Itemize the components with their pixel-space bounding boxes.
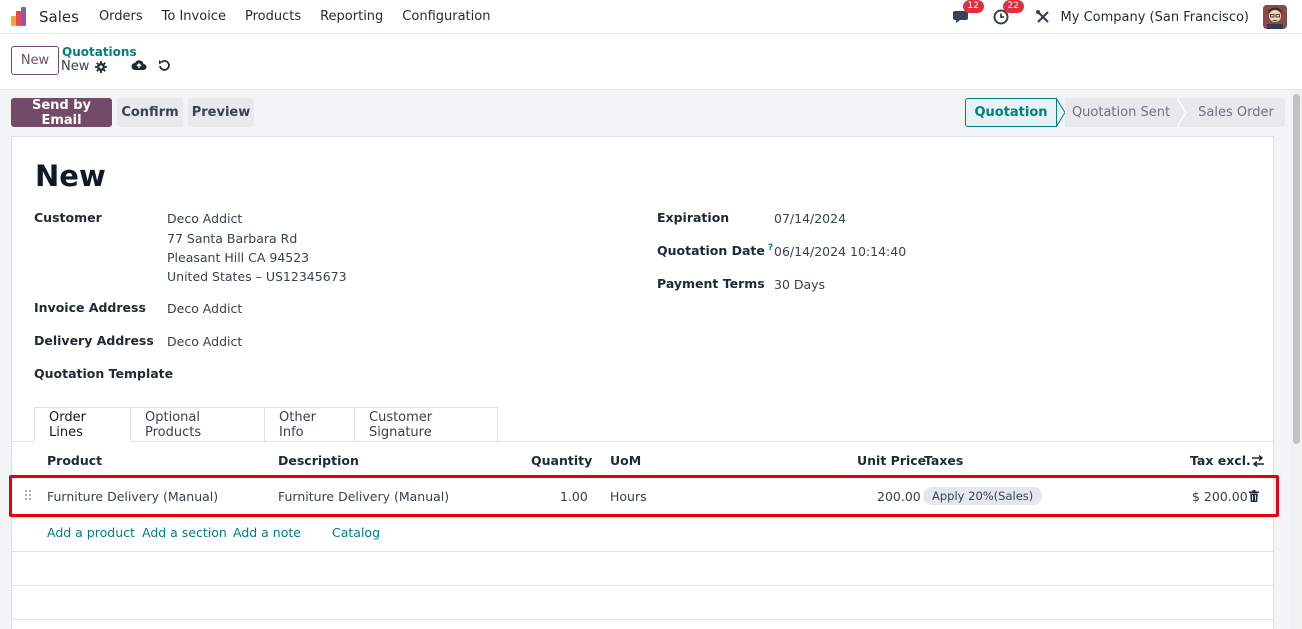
quotation-date-label: Quotation Date? [657,243,773,258]
empty-row-divider [12,551,1273,552]
optional-columns-icon[interactable] [1251,455,1265,467]
stage-quotation-sent-label: Quotation Sent [1071,105,1171,120]
column-header-tax-excl[interactable]: Tax excl. [1190,453,1251,468]
tab-customer-signature[interactable]: Customer Signature [355,407,498,442]
breadcrumb-quotations[interactable]: Quotations [62,45,137,59]
invoice-address-field[interactable]: Deco Addict [167,301,242,316]
form-sheet: New Customer Deco Addict 77 Santa Barbar… [11,136,1274,629]
customer-label: Customer [34,210,102,225]
row-divider [12,517,1273,518]
payment-terms-field[interactable]: 30 Days [774,277,825,292]
column-header-unit-price[interactable]: Unit Price [857,453,926,468]
new-record-button[interactable]: New [11,46,59,75]
tab-order-lines[interactable]: Order Lines [34,407,131,442]
app-name[interactable]: Sales [39,8,79,26]
control-panel: New Quotations New [0,34,1302,90]
menu-configuration[interactable]: Configuration [402,9,490,24]
menu-products[interactable]: Products [245,9,301,24]
column-header-product[interactable]: Product [47,453,102,468]
scrollbar-thumb[interactable] [1293,94,1300,444]
tab-other-info[interactable]: Other Info [265,407,355,442]
drag-handle-icon[interactable] [24,489,32,501]
add-section-link[interactable]: Add a section [142,525,227,540]
row-unit-price[interactable]: 200.00 [877,489,921,504]
add-product-link[interactable]: Add a product [47,525,135,540]
company-switcher[interactable]: My Company (San Francisco) [1061,10,1249,25]
expiration-field[interactable]: 07/14/2024 [774,211,846,226]
tab-optional-products[interactable]: Optional Products [131,407,265,442]
trash-icon[interactable] [1249,490,1259,502]
notebook-tabs: Order Lines Optional Products Other Info… [34,407,498,442]
cloud-upload-icon[interactable] [131,58,147,72]
row-tax-excl: $ 200.00 [1192,489,1248,504]
payment-terms-label: Payment Terms [657,276,765,291]
quotation-date-field[interactable]: 06/14/2024 10:14:40 [774,244,906,259]
empty-row-divider [12,619,1273,620]
activities-button[interactable]: 22 [993,0,1024,25]
customer-name[interactable]: Deco Addict [167,211,242,226]
column-header-taxes[interactable]: Taxes [924,453,963,468]
breadcrumb-current-label: New [61,59,90,74]
avatar-icon [1263,5,1287,29]
menu-reporting[interactable]: Reporting [320,9,383,24]
sales-app-icon[interactable] [11,6,31,27]
stage-sales-order[interactable]: Sales Order [1187,98,1285,127]
customer-address-line-3: United States – US12345673 [167,269,347,284]
row-uom[interactable]: Hours [610,489,647,504]
expiration-label: Expiration [657,210,730,225]
tools-icon[interactable] [1035,9,1051,25]
catalog-link[interactable]: Catalog [332,525,380,540]
row-product[interactable]: Furniture Delivery (Manual) [47,489,218,504]
row-quantity[interactable]: 1.00 [560,489,588,504]
activities-badge: 22 [1002,0,1024,13]
tab-other-info-label: Other Info [279,409,316,440]
column-header-uom[interactable]: UoM [610,453,641,468]
stage-quotation[interactable]: Quotation [965,98,1057,127]
customer-address-line-1: 77 Santa Barbara Rd [167,231,298,246]
row-description[interactable]: Furniture Delivery (Manual) [278,489,449,504]
tab-optional-products-label: Optional Products [145,409,202,440]
row-tax-tag[interactable]: Apply 20%(Sales) [923,487,1043,505]
stage-quotation-sent[interactable]: Quotation Sent [1065,98,1177,127]
column-header-quantity[interactable]: Quantity [531,453,592,468]
preview-button[interactable]: Preview [188,98,254,127]
status-bar: Quotation Quotation Sent Sales Order [965,98,1285,127]
tab-customer-signature-label: Customer Signature [369,409,433,440]
stage-quotation-label: Quotation [974,105,1048,120]
customer-address-line-2: Pleasant Hill CA 94523 [167,250,310,265]
tab-order-lines-label: Order Lines [49,409,86,440]
table-header-divider [12,475,1273,476]
page-scrollbar[interactable] [1291,90,1302,629]
stage-arrow-2 [1177,98,1187,127]
stage-sales-order-label: Sales Order [1198,105,1274,120]
user-avatar[interactable] [1263,5,1287,29]
top-navbar: Sales Orders To Invoice Products Reporti… [0,0,1302,34]
discard-undo-icon[interactable] [158,58,171,72]
breadcrumb-current: New [61,59,108,74]
menu-orders[interactable]: Orders [99,9,143,24]
quotation-template-label: Quotation Template [34,366,174,381]
record-title: New [35,159,106,193]
menu-to-invoice[interactable]: To Invoice [162,9,226,24]
delivery-address-field[interactable]: Deco Addict [167,334,242,349]
column-header-description[interactable]: Description [278,453,359,468]
delivery-address-label: Delivery Address [34,333,154,348]
quotation-date-label-text: Quotation Date [657,243,765,259]
gear-icon[interactable] [95,60,108,73]
messages-button[interactable]: 12 [952,0,984,25]
empty-row-divider [12,585,1273,586]
send-by-email-button[interactable]: Send by Email [11,98,112,128]
invoice-address-label: Invoice Address [34,300,146,315]
messages-badge: 12 [962,0,984,13]
confirm-button[interactable]: Confirm [117,98,183,127]
help-tooltip-icon[interactable]: ? [768,243,773,253]
add-note-link[interactable]: Add a note [233,525,301,540]
